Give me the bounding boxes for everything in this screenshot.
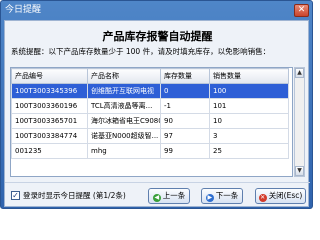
- check-icon: ✓: [12, 191, 19, 200]
- cell-product-id: 100T3003360196: [11, 98, 88, 114]
- page-indicator: (第1/2条): [92, 191, 126, 200]
- next-button[interactable]: ▶ 下一条: [201, 188, 243, 204]
- next-button-label: 下一条: [215, 191, 239, 200]
- cell-stock-qty: -1: [160, 98, 210, 114]
- cell-sales-qty: 25: [209, 143, 289, 159]
- table-row[interactable]: 100T3003365701 海尔冰箱省电王C9080 90 10: [11, 113, 289, 129]
- cell-sales-qty: 3: [209, 128, 289, 144]
- reminder-window: 今日提醒 ✕ 产品库存报警自动提醒 系统提醒：以下产品库存数量少于 100 件，…: [0, 0, 313, 209]
- cell-product-name: 创维酷开互联网电视: [87, 83, 161, 99]
- cell-product-id: 100T3003384774: [11, 128, 88, 144]
- table-row[interactable]: 100T3003384774 诺基亚N000超级智... 97 3: [11, 128, 289, 144]
- close-button[interactable]: ✕ 关闭(Esc): [255, 188, 306, 204]
- close-button-label: 关闭(Esc): [268, 191, 303, 200]
- cell-product-name: 诺基亚N000超级智...: [87, 128, 161, 144]
- title-bar[interactable]: 今日提醒 ✕: [1, 1, 312, 20]
- table-header-row: 产品编号 产品名称 库存数量 销售数量: [11, 68, 289, 84]
- cell-sales-qty: 100: [209, 83, 289, 99]
- column-header-product-id[interactable]: 产品编号: [11, 68, 88, 84]
- checkbox-label-text: 登录时显示今日提醒: [23, 191, 91, 200]
- table-row[interactable]: 100T3003345396 创维酷开互联网电视 0 100: [11, 83, 289, 99]
- scroll-up-icon[interactable]: ▲: [295, 68, 304, 78]
- window-close-button[interactable]: ✕: [294, 4, 309, 17]
- reminder-hint: 系统提醒：以下产品库存数量少于 100 件，请及时填充库存，以免影响销售：: [11, 47, 271, 56]
- table-row[interactable]: 100T3003360196 TCL高清液晶等离... -1 101: [11, 98, 289, 114]
- close-icon: ✕: [258, 194, 267, 202]
- cell-sales-qty: 10: [209, 113, 289, 129]
- cell-product-name: 海尔冰箱省电王C9080: [87, 113, 161, 129]
- stock-table: 产品编号 产品名称 库存数量 销售数量 100T3003345396 创维酷开互…: [10, 67, 293, 177]
- cell-product-id: 100T3003345396: [11, 83, 88, 99]
- column-header-sales-qty[interactable]: 销售数量: [209, 68, 289, 84]
- cell-stock-qty: 97: [160, 128, 210, 144]
- column-header-product-name[interactable]: 产品名称: [87, 68, 161, 84]
- cell-sales-qty: 101: [209, 98, 289, 114]
- table-scrollbar[interactable]: ▲ ▼: [294, 67, 305, 177]
- dialog-body: 产品库存报警自动提醒 系统提醒：以下产品库存数量少于 100 件，请及时填充库存…: [4, 20, 310, 208]
- column-header-stock-qty[interactable]: 库存数量: [160, 68, 210, 84]
- show-on-login-label[interactable]: 登录时显示今日提醒 (第1/2条): [23, 190, 126, 201]
- table-row[interactable]: 001235 mhg 99 25: [11, 143, 289, 159]
- cell-stock-qty: 90: [160, 113, 210, 129]
- scroll-down-icon[interactable]: ▼: [295, 166, 304, 176]
- cell-product-id: 100T3003365701: [11, 113, 88, 129]
- dialog-heading: 产品库存报警自动提醒: [102, 30, 213, 43]
- dialog-footer: ✓ 登录时显示今日提醒 (第1/2条) ◀ 上一条 ▶ 下一条 ✕ 关闭(Esc): [5, 182, 310, 208]
- previous-button-label: 上一条: [162, 191, 186, 200]
- previous-button[interactable]: ◀ 上一条: [148, 188, 190, 204]
- cell-stock-qty: 99: [160, 143, 210, 159]
- cell-product-id: 001235: [11, 143, 88, 159]
- cell-product-name: TCL高清液晶等离...: [87, 98, 161, 114]
- arrow-left-icon: ◀: [152, 194, 161, 202]
- window-title: 今日提醒: [5, 5, 42, 15]
- show-on-login-checkbox[interactable]: ✓: [11, 191, 20, 200]
- cell-stock-qty: 0: [160, 83, 210, 99]
- arrow-right-icon: ▶: [205, 194, 214, 202]
- cell-product-name: mhg: [87, 143, 161, 159]
